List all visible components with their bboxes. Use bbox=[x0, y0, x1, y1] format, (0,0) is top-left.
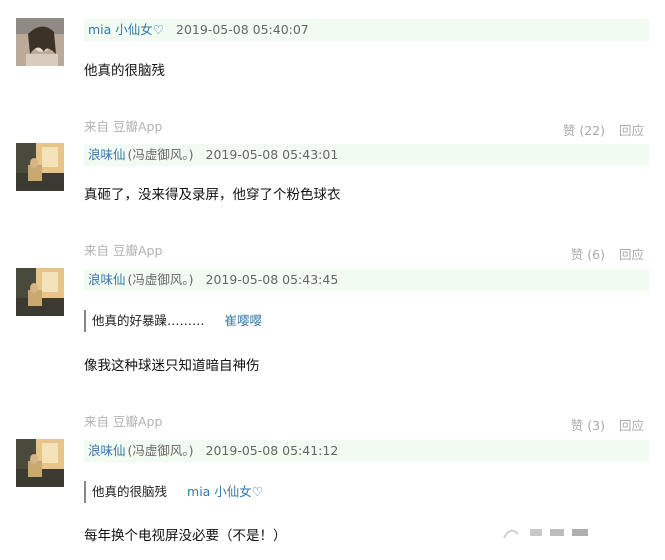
comment-source: 来自 豆瓣App bbox=[84, 414, 163, 429]
quoted-comment: 他真的好暴躁……… 崔嘤嘤 bbox=[84, 310, 262, 332]
comment-meta: 浪味仙 (冯虚御风。) 2019-05-08 05:43:45 bbox=[84, 269, 649, 291]
comment-actions: 赞 (22) 回应 bbox=[563, 120, 644, 139]
author-signature: (冯虚御风。) bbox=[127, 272, 194, 287]
comment-actions: 赞 (6) 回应 bbox=[571, 244, 644, 263]
comment-text: 真砸了，没来得及录屏，他穿了个粉色球衣 bbox=[84, 187, 341, 203]
quote-author-link[interactable]: 崔嘤嘤 bbox=[225, 313, 263, 328]
quote-text: 他真的好暴躁……… bbox=[92, 313, 205, 328]
avatar[interactable] bbox=[16, 268, 64, 316]
quoted-comment: 他真的很脑残 mia 小仙女♡ bbox=[84, 481, 263, 503]
comment-source: 来自 豆瓣App bbox=[84, 119, 163, 134]
vote-button[interactable]: 赞 (22) bbox=[563, 123, 605, 138]
comment-text: 他真的很脑残 bbox=[84, 63, 165, 79]
comment-source: 来自 豆瓣App bbox=[84, 243, 163, 258]
comment-time: 2019-05-08 05:43:01 bbox=[205, 147, 339, 162]
vote-button[interactable]: 赞 (3) bbox=[571, 418, 605, 433]
quote-text: 他真的很脑残 bbox=[92, 484, 168, 499]
comment-meta: 浪味仙 (冯虚御风。) 2019-05-08 05:43:01 bbox=[84, 144, 649, 166]
author-link[interactable]: 浪味仙 bbox=[88, 272, 126, 287]
reply-button[interactable]: 回应 bbox=[619, 247, 644, 262]
comment-time: 2019-05-08 05:40:07 bbox=[176, 22, 309, 37]
author-link[interactable]: 浪味仙 bbox=[88, 147, 126, 162]
author-link[interactable]: 浪味仙 bbox=[88, 443, 126, 458]
quote-author-link[interactable]: mia 小仙女♡ bbox=[187, 484, 263, 499]
avatar[interactable] bbox=[16, 18, 64, 66]
author-signature: (冯虚御风。) bbox=[127, 147, 194, 162]
watermark-logo bbox=[500, 520, 600, 544]
reply-button[interactable]: 回应 bbox=[619, 123, 644, 138]
reply-button[interactable]: 回应 bbox=[619, 418, 644, 433]
comment-meta: mia 小仙女♡ 2019-05-08 05:40:07 bbox=[84, 19, 649, 41]
comment-actions: 赞 (3) 回应 bbox=[571, 415, 644, 434]
avatar[interactable] bbox=[16, 439, 64, 487]
avatar[interactable] bbox=[16, 143, 64, 191]
comment-text: 每年换个电视屏没必要（不是！） bbox=[84, 528, 287, 544]
comment-time: 2019-05-08 05:41:12 bbox=[205, 443, 339, 458]
vote-button[interactable]: 赞 (6) bbox=[571, 247, 605, 262]
comment-time: 2019-05-08 05:43:45 bbox=[205, 272, 339, 287]
author-link[interactable]: mia 小仙女♡ bbox=[88, 22, 164, 37]
comment-meta: 浪味仙 (冯虚御风。) 2019-05-08 05:41:12 bbox=[84, 440, 649, 462]
comment-text: 像我这种球迷只知道暗自神伤 bbox=[84, 358, 260, 374]
author-signature: (冯虚御风。) bbox=[127, 443, 194, 458]
